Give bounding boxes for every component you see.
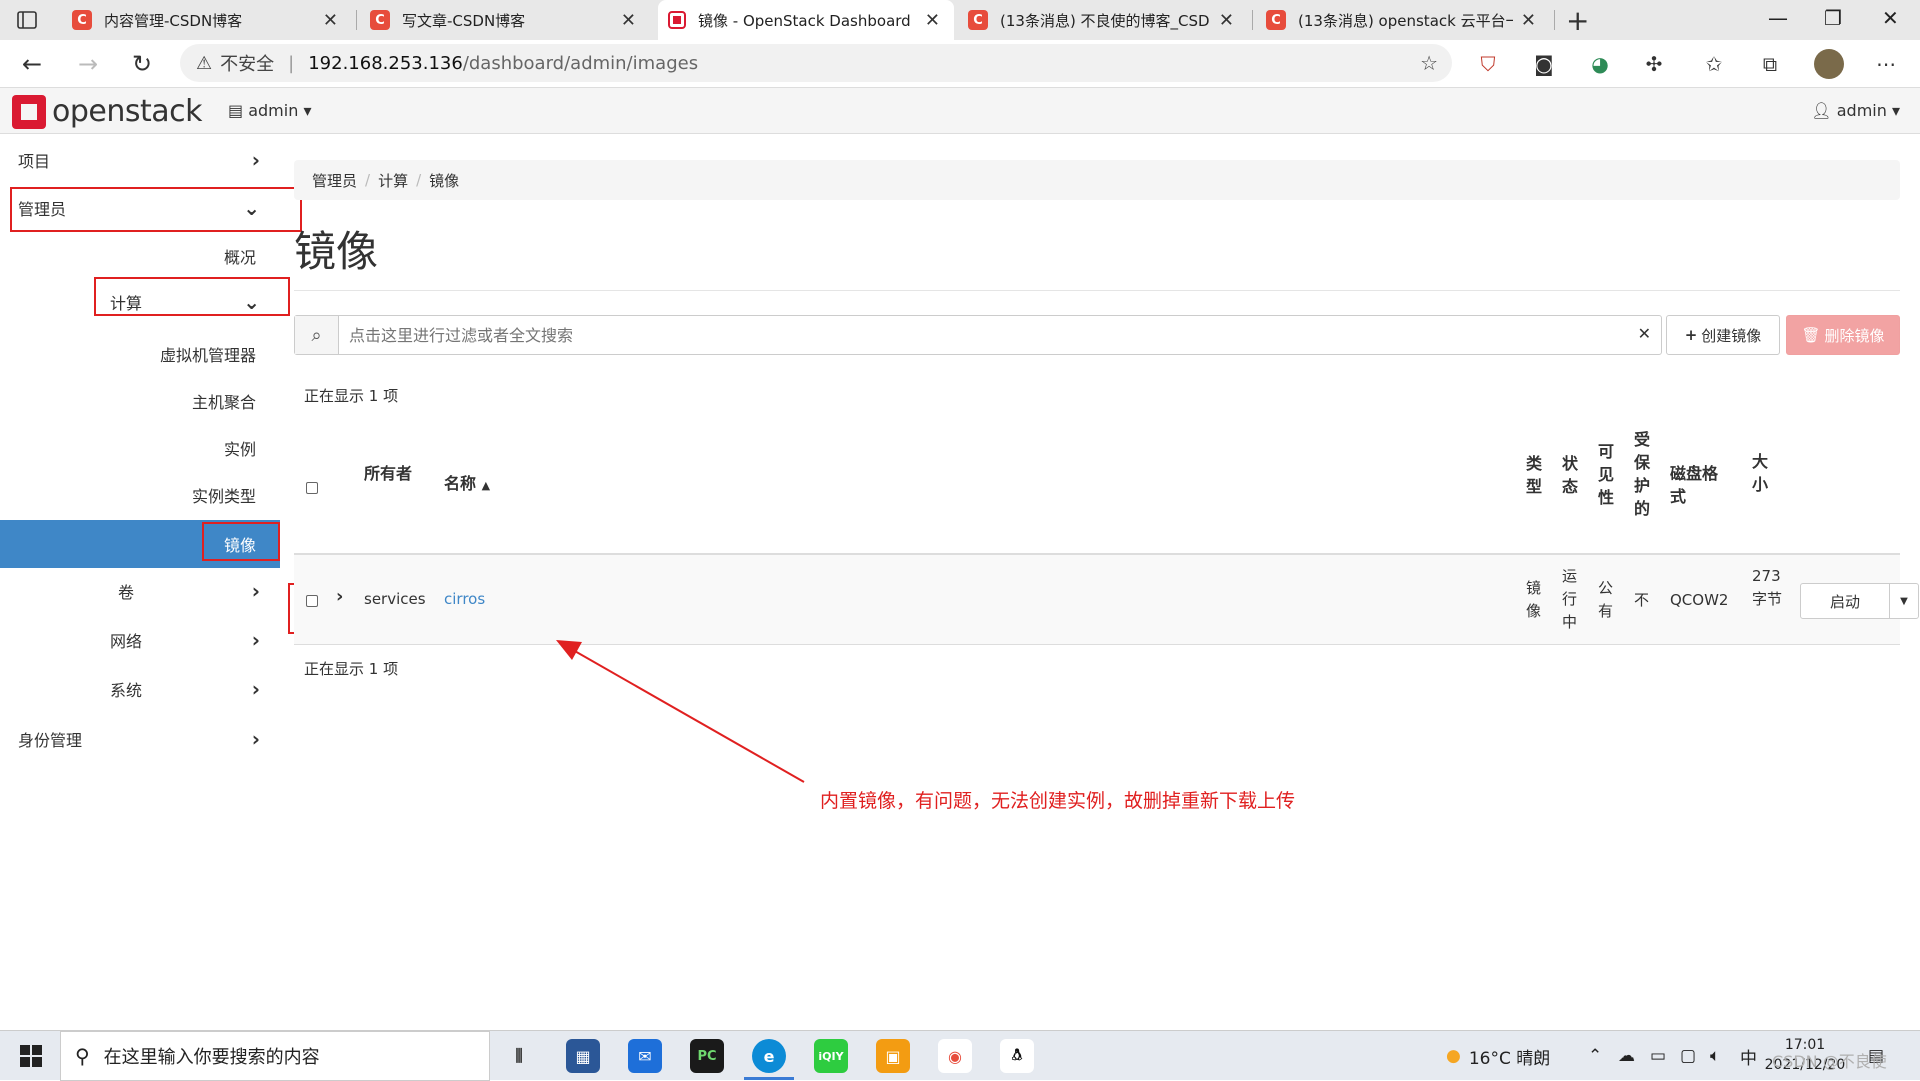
search-icon: ⚲	[75, 1044, 90, 1068]
task-view-icon[interactable]: ⫼	[502, 1039, 536, 1073]
app-snail-icon[interactable]: ◉	[938, 1039, 972, 1073]
pycharm-icon[interactable]: PC	[690, 1039, 724, 1073]
watermark: CSDN @不良使	[1772, 1052, 1887, 1071]
taskbar-search[interactable]: ⚲ 在这里输入你要搜索的内容	[60, 1031, 490, 1081]
network-icon[interactable]: ▢	[1680, 1031, 1696, 1081]
store-icon[interactable]: ▦	[566, 1039, 600, 1073]
battery-icon[interactable]: ▭	[1650, 1031, 1666, 1081]
onedrive-icon[interactable]: ☁	[1618, 1031, 1635, 1081]
annotation-arrow	[556, 640, 805, 783]
qq-icon[interactable]: 🐧︎	[1000, 1039, 1034, 1073]
edge-icon[interactable]: e	[752, 1039, 786, 1073]
annotation-text: 内置镜像，有问题，无法创建实例，故删掉重新下载上传	[820, 790, 1296, 812]
iqiyi-icon[interactable]: iQIY	[814, 1039, 848, 1073]
ime-indicator[interactable]: 中	[1740, 1031, 1757, 1081]
volume-icon[interactable]: 🔈︎	[1710, 1031, 1720, 1081]
vmware-icon[interactable]: ▣	[876, 1039, 910, 1073]
tray-overflow-icon[interactable]: ⌃	[1588, 1031, 1602, 1081]
mail-icon[interactable]: ✉	[628, 1039, 662, 1073]
weather-widget[interactable]: ● 16°C 晴朗	[1446, 1031, 1550, 1081]
windows-start-icon[interactable]	[20, 1045, 42, 1067]
sun-icon: ●	[1446, 1046, 1461, 1066]
windows-taskbar: ⚲ 在这里输入你要搜索的内容 ⫼ ▦ ✉ PC e iQIY ▣ ◉ 🐧︎ ● …	[0, 1030, 1920, 1081]
